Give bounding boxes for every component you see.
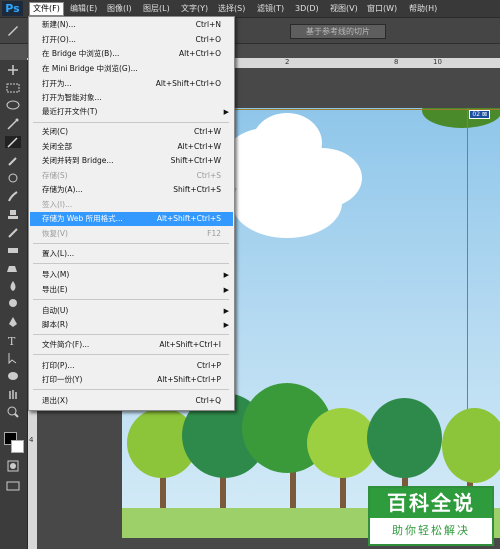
submenu-arrow-icon: ▶ [223,271,229,279]
svg-text:T: T [8,335,16,346]
move-tool-icon[interactable] [5,64,21,76]
menu-separator [33,299,229,300]
menu-file[interactable]: 文件(F) [29,2,64,16]
eyedropper-icon[interactable] [5,154,21,166]
file-menu-dropdown: 新建(N)... Ctrl+N 打开(O)... Ctrl+O 在 Bridge 中… [28,16,235,411]
menu-item-file-info[interactable]: 文件简介(F)... Alt+Shift+Ctrl+I [30,338,233,352]
menu-item-open-smart-object[interactable]: 打开为智能对象... [30,91,233,105]
watermark-title: 百科全说 [370,488,492,518]
menu-separator [33,334,229,335]
tree-trunk [340,473,346,513]
menu-separator [33,263,229,264]
menu-item-close-all[interactable]: 关闭全部 Alt+Ctrl+W [30,140,233,154]
menu-item-import[interactable]: 导入(M) ▶ [30,268,233,282]
menu-separator [33,389,229,390]
menu-item-browse-bridge[interactable]: 在 Bridge 中浏览(B)... Alt+Ctrl+O [30,47,233,61]
watermark-subtitle: 助你轻松解决 [392,524,470,537]
type-tool-icon[interactable]: T [5,334,21,348]
app-logo: Ps [2,1,23,16]
menu-3d[interactable]: 3D(D) [295,3,319,15]
menu-separator [33,354,229,355]
menu-item-export[interactable]: 导出(E) ▶ [30,283,233,297]
tree-crown [367,398,442,478]
menu-window[interactable]: 窗口(W) [367,3,397,15]
tools-panel: T [0,60,28,549]
menu-item-save[interactable]: 存储(S) Ctrl+S [30,169,233,183]
pen-tool-icon[interactable] [5,316,21,328]
ruler-label: 10 [433,58,442,66]
menu-item-place[interactable]: 置入(L)... [30,247,233,261]
menu-item-scripts[interactable]: 脚本(R) ▶ [30,318,233,332]
path-selection-icon[interactable] [5,352,21,365]
ruler-label: 4 [29,436,34,444]
screen-mode-icon[interactable] [5,480,21,492]
menu-item-close-go-bridge[interactable]: 关闭并转到 Bridge... Shift+Ctrl+W [30,154,233,168]
cloud-image [232,168,342,238]
submenu-arrow-icon: ▶ [223,108,229,116]
slices-from-guides-button[interactable]: 基于参考线的切片 [290,24,386,39]
menu-separator [33,122,229,123]
menu-layer[interactable]: 图层(L) [143,3,170,15]
menu-separator [33,243,229,244]
menu-item-exit[interactable]: 退出(X) Ctrl+Q [30,394,233,408]
menu-view[interactable]: 视图(V) [330,3,358,15]
menu-item-open[interactable]: 打开(O)... Ctrl+O [30,33,233,47]
menu-item-recent-files[interactable]: 最近打开文件(T) ▶ [30,105,233,119]
background-color-swatch[interactable] [11,440,24,453]
menu-item-open-as[interactable]: 打开为... Alt+Shift+Ctrl+O [30,77,233,91]
menu-select[interactable]: 选择(S) [218,3,245,15]
submenu-arrow-icon: ▶ [223,321,229,329]
zoom-tool-icon[interactable] [5,406,21,418]
menu-item-save-for-web[interactable]: 存储为 Web 所用格式... Alt+Shift+Ctrl+S [30,212,233,226]
dodge-tool-icon[interactable] [5,298,21,310]
ruler-label: 2 [285,58,290,66]
menu-item-automate[interactable]: 自动(U) ▶ [30,304,233,318]
menu-type[interactable]: 文字(Y) [181,3,208,15]
eraser-icon[interactable] [5,244,21,256]
lasso-tool-icon[interactable] [5,100,21,112]
paint-bucket-icon[interactable] [5,262,21,274]
menu-item-print-one-copy[interactable]: 打印一份(Y) Alt+Shift+Ctrl+P [30,373,233,387]
menu-item-check-in[interactable]: 签入(I)... [30,198,233,212]
marquee-tool-icon[interactable] [5,82,21,94]
submenu-arrow-icon: ▶ [223,286,229,294]
magic-wand-icon[interactable] [5,118,21,130]
quick-mask-icon[interactable] [5,460,21,472]
tree-crown [442,408,500,483]
menu-item-revert[interactable]: 恢复(V) F12 [30,227,233,241]
history-brush-icon[interactable] [5,226,21,238]
stamp-tool-icon[interactable] [5,208,21,220]
menu-edit[interactable]: 编辑(E) [70,3,97,15]
watermark-logo: 百科全说 助你轻松解决 [368,486,494,546]
blur-tool-icon[interactable] [5,280,21,292]
menu-filter[interactable]: 滤镜(T) [257,3,284,15]
submenu-arrow-icon: ▶ [223,307,229,315]
slice-tool-icon[interactable] [6,24,20,37]
hand-tool-icon[interactable] [5,388,21,400]
menu-item-close[interactable]: 关闭(C) Ctrl+W [30,125,233,139]
menu-item-browse-mini-bridge[interactable]: 在 Mini Bridge 中浏览(G)... [30,62,233,76]
menu-item-print[interactable]: 打印(P)... Ctrl+P [30,359,233,373]
menu-item-save-as[interactable]: 存储为(A)... Shift+Ctrl+S [30,183,233,197]
slice-tool-icon[interactable] [5,136,21,148]
brush-tool-icon[interactable] [5,190,21,202]
slice-number-tag: 02 ⊠ [469,110,490,119]
menu-help[interactable]: 帮助(H) [409,3,437,15]
healing-brush-icon[interactable] [5,172,21,184]
menu-image[interactable]: 图像(I) [107,3,132,15]
menu-item-new[interactable]: 新建(N)... Ctrl+N [30,18,233,32]
ruler-label: 8 [394,58,399,66]
shape-tool-icon[interactable] [5,370,21,382]
